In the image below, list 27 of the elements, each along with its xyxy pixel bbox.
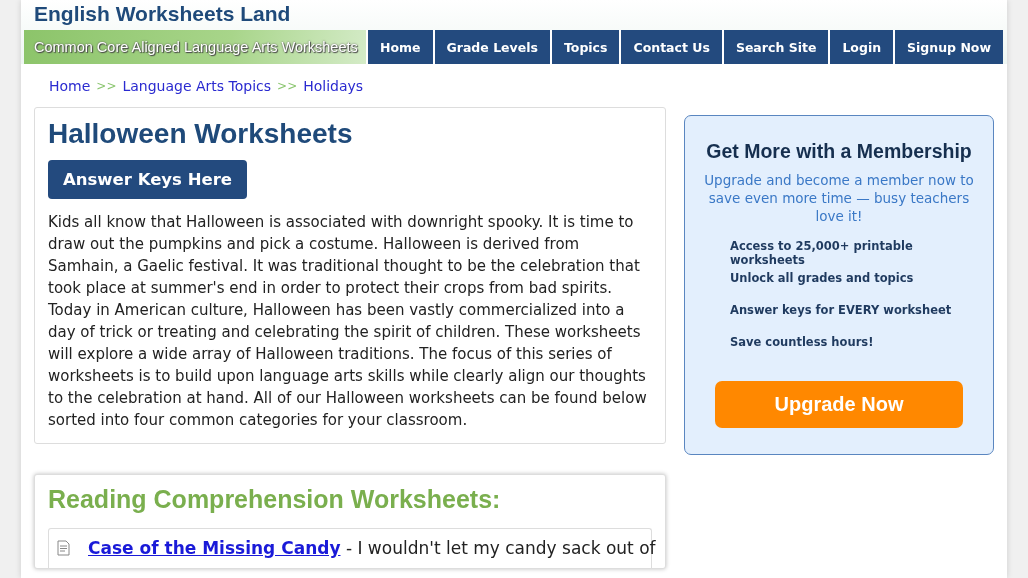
benefit-text: Access to 25,000+ printable worksheets xyxy=(730,239,914,269)
benefit-text: Save countless hours! xyxy=(730,335,875,351)
nav-link[interactable]: Grade Levels xyxy=(432,30,550,64)
nav-link[interactable]: Home xyxy=(365,30,433,64)
breadcrumb-link[interactable]: Language Arts Topics xyxy=(122,78,272,94)
answer-keys-button[interactable]: Answer Keys Here xyxy=(48,160,247,199)
site-title[interactable]: English Worksheets Land xyxy=(24,0,366,30)
breadcrumb-separator: >> xyxy=(277,79,298,93)
membership-title: Get More with a Membership xyxy=(706,140,972,163)
section-title: Reading Comprehension Worksheets: xyxy=(48,485,502,514)
page-title: Halloween Worksheets xyxy=(48,118,354,150)
membership-subtitle: Upgrade and become a member now to save even more time — busy teachers love it! xyxy=(703,171,975,225)
document-icon xyxy=(57,540,70,556)
nav-link[interactable]: Login xyxy=(828,30,894,64)
breadcrumb-link[interactable]: Home xyxy=(49,78,91,94)
intro-paragraph: Kids all know that Halloween is associated with downright spooky. It is time to draw out the pumpkins and pick a costume. Halloween is derived from Samhain, a Gaelic festival. It was traditional thought to be the celebration that took place at summer's end in order to protect their crops from bad spirits. Today in American culture, Halloween has been vastly commercialized into a day of trick or treating and celebrating the spirit of children. These worksheets will explore a wide array of Halloween traditions. The focus of this series of worksheets is to build upon language arts skills while clearly align our thoughts to the celebration at hand. All of our Halloween worksheets can be found below sorted into four common categories for your classroom. xyxy=(48,212,648,431)
nav-link[interactable]: Topics xyxy=(549,30,620,64)
breadcrumb-link[interactable]: Holidays xyxy=(303,78,364,94)
worksheet-description: Case of the Missing Candy - I wouldn't let my candy sack out of xyxy=(88,538,656,558)
breadcrumb-separator: >> xyxy=(96,79,117,93)
nav-link[interactable]: Search Site xyxy=(721,30,829,64)
nav-link[interactable]: Signup Now xyxy=(893,30,1003,64)
benefit-text: Unlock all grades and topics xyxy=(730,271,915,287)
nav-link[interactable]: Contact Us xyxy=(619,30,722,64)
benefit-text: Answer keys for EVERY worksheet xyxy=(730,303,953,319)
worksheet-link[interactable]: Case of the Missing Candy xyxy=(88,538,341,558)
tagline: Common Core Aligned Language Arts Worksheets xyxy=(34,39,358,55)
